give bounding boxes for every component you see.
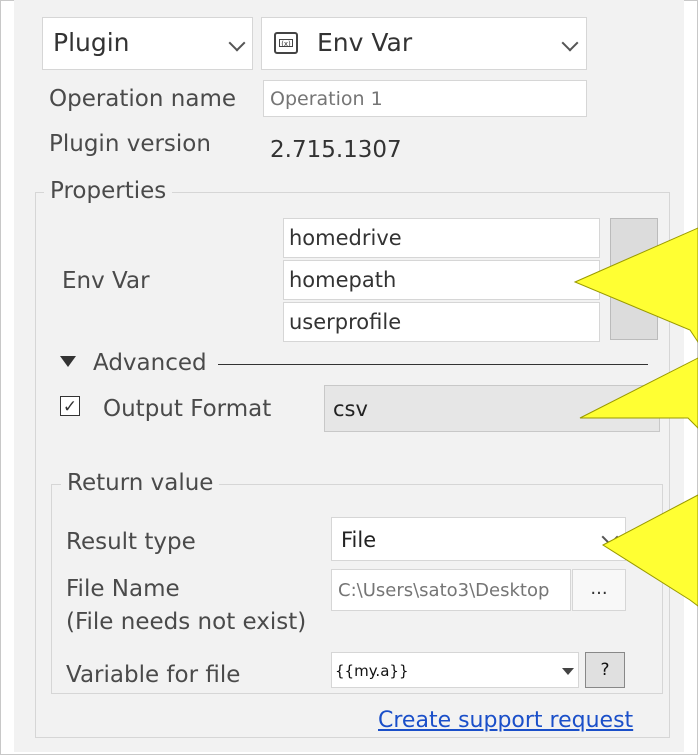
callout-arrow-result-type (602, 494, 698, 607)
callout-arrow-env-var (573, 227, 698, 343)
callout-arrows (573, 227, 698, 607)
callout-arrow-output-format (579, 357, 698, 429)
